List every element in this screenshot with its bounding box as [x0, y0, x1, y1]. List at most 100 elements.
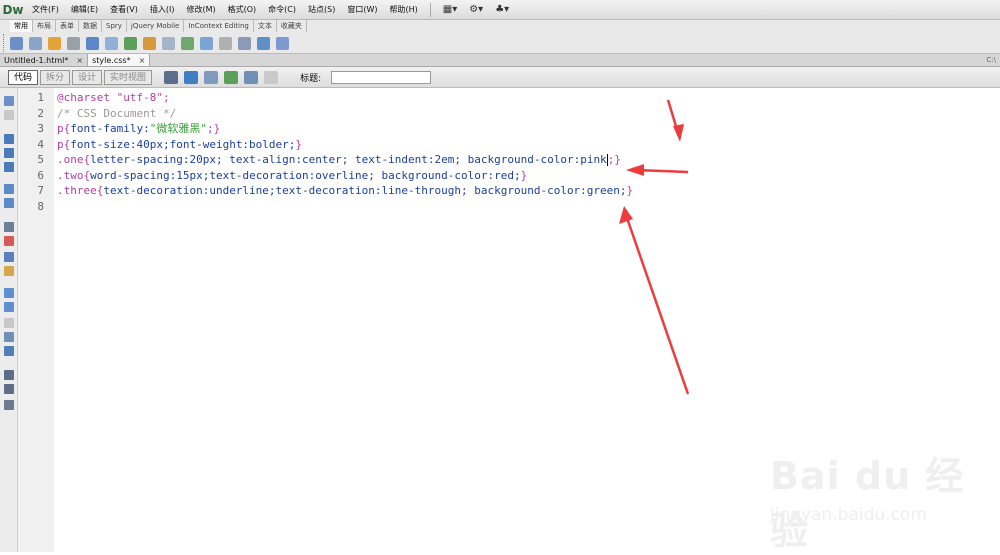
panel-grip[interactable]: [3, 34, 6, 52]
collapse-tag-icon[interactable]: [4, 134, 14, 144]
code-line[interactable]: /* CSS Document */: [57, 106, 633, 122]
table-icon[interactable]: [86, 36, 99, 50]
menu-view[interactable]: 查看(V): [104, 0, 144, 20]
code-line[interactable]: p{font-family:"微软雅黑";}: [57, 121, 633, 137]
code-token: ;}: [607, 153, 621, 166]
line-number: 2: [37, 106, 44, 120]
document-toolbar: 代码 拆分 设计 实时视图 标题:: [0, 67, 1000, 88]
doc-tab-label: style.css*: [92, 56, 131, 65]
code-token: word-spacing:15px;text-decoration:overli…: [90, 168, 521, 182]
line-numbers-icon[interactable]: [4, 222, 14, 232]
w3c-validation-icon[interactable]: [224, 70, 239, 84]
horizontal-rule-icon[interactable]: [67, 36, 80, 50]
code-token: letter-spacing:20px; text-align:center; …: [90, 153, 607, 166]
code-token: font-family:: [70, 122, 150, 135]
code-token: .one{: [57, 153, 91, 166]
comment-icon[interactable]: [200, 36, 213, 50]
design-view-button[interactable]: 设计: [72, 69, 103, 85]
code-line[interactable]: @charset "utf-8";: [57, 90, 633, 106]
expand-all-icon[interactable]: [4, 162, 14, 172]
tab-favorites[interactable]: 收藏夹: [277, 20, 307, 32]
word-wrap-icon[interactable]: [4, 266, 14, 276]
code-token: "utf-8": [116, 91, 163, 104]
balance-braces-icon[interactable]: [4, 198, 14, 208]
recent-snippets-icon[interactable]: [4, 332, 14, 342]
open-documents-icon[interactable]: [4, 96, 14, 106]
menu-window[interactable]: 窗口(W): [341, 0, 383, 20]
tag-chooser-icon[interactable]: [276, 36, 289, 50]
wrap-tag-icon[interactable]: [4, 318, 14, 328]
file-path: C:\: [986, 56, 996, 64]
site-dropdown-icon[interactable]: ♣▾: [489, 4, 515, 15]
line-number-gutter: 1 2 3 4 5 6 7 8: [18, 88, 54, 552]
code-token: .two{: [57, 168, 91, 182]
date-icon[interactable]: [162, 36, 175, 50]
code-token: p{: [57, 137, 71, 151]
show-code-navigator-icon[interactable]: [4, 110, 14, 120]
doc-tab-style-css[interactable]: style.css* ×: [88, 54, 151, 66]
head-icon[interactable]: [219, 36, 232, 50]
menu-edit[interactable]: 编辑(E): [65, 0, 104, 20]
settings-dropdown-icon[interactable]: ⚙▾: [463, 4, 489, 15]
email-link-icon[interactable]: [29, 36, 42, 50]
tab-data[interactable]: 数据: [79, 20, 102, 32]
title-input[interactable]: [331, 70, 432, 84]
code-token: }: [626, 184, 634, 197]
close-icon[interactable]: ×: [76, 54, 83, 66]
server-include-icon[interactable]: [181, 36, 194, 50]
layout-dropdown-icon[interactable]: ▦▾: [437, 4, 463, 15]
indent-code-icon[interactable]: [4, 370, 14, 380]
watermark-url: jingyan.baidu.com: [770, 505, 927, 525]
coding-toolbar: [0, 88, 18, 552]
doc-tab-untitled[interactable]: Untitled-1.html* ×: [0, 54, 89, 66]
remove-comment-icon[interactable]: [4, 302, 14, 312]
file-management-icon[interactable]: [204, 70, 219, 84]
live-view-button[interactable]: 实时视图: [104, 69, 153, 85]
select-parent-tag-icon[interactable]: [4, 184, 14, 194]
refresh-icon[interactable]: [264, 70, 279, 84]
menu-help[interactable]: 帮助(H): [383, 0, 423, 20]
menu-modify[interactable]: 修改(M): [180, 0, 221, 20]
tab-forms[interactable]: 表单: [56, 20, 79, 32]
template-icon[interactable]: [257, 36, 270, 50]
media-icon[interactable]: [143, 36, 156, 50]
menu-site[interactable]: 站点(S): [302, 0, 341, 20]
tab-common[interactable]: 常用: [10, 20, 33, 32]
code-line[interactable]: .three{text-decoration:underline;text-de…: [57, 183, 633, 199]
code-line[interactable]: p{font-size:40px;font-weight:bolder;}: [57, 137, 633, 153]
insert-panel: 常用 布局 表单 数据 Spry jQuery Mobile InContext…: [0, 20, 1000, 54]
tab-incontext-editing[interactable]: InContext Editing: [184, 20, 254, 32]
tab-text[interactable]: 文本: [254, 20, 277, 32]
hyperlink-icon[interactable]: [10, 36, 23, 50]
preview-browser-icon[interactable]: [184, 70, 199, 84]
highlight-invalid-code-icon[interactable]: [4, 236, 14, 246]
menu-insert[interactable]: 插入(I): [144, 0, 181, 20]
menu-format[interactable]: 格式(O): [222, 0, 263, 20]
code-line[interactable]: .two{word-spacing:15px;text-decoration:o…: [57, 168, 633, 184]
named-anchor-icon[interactable]: [48, 36, 61, 50]
image-icon[interactable]: [124, 36, 137, 50]
collapse-selection-icon[interactable]: [4, 148, 14, 158]
syntax-coloring-icon[interactable]: [4, 252, 14, 262]
multiscreen-icon[interactable]: [164, 70, 179, 84]
format-source-icon[interactable]: [4, 400, 14, 410]
code-editor[interactable]: @charset "utf-8";/* CSS Document */p{fon…: [57, 90, 633, 214]
code-view-button[interactable]: 代码: [8, 69, 39, 85]
div-icon[interactable]: [105, 36, 118, 50]
tab-spry[interactable]: Spry: [102, 20, 127, 32]
code-line[interactable]: .one{letter-spacing:20px; text-align:cen…: [57, 152, 633, 168]
apply-comment-icon[interactable]: [4, 288, 14, 298]
outdent-code-icon[interactable]: [4, 384, 14, 394]
menu-divider: [429, 2, 431, 17]
visual-aids-icon[interactable]: [244, 70, 259, 84]
menu-file[interactable]: 文件(F): [26, 0, 65, 20]
menu-commands[interactable]: 命令(C): [262, 0, 302, 20]
tab-layout[interactable]: 布局: [33, 20, 56, 32]
tab-jquery-mobile[interactable]: jQuery Mobile: [127, 20, 185, 32]
code-line[interactable]: [57, 199, 633, 215]
line-number: 7: [37, 184, 44, 197]
move-css-icon[interactable]: [4, 346, 14, 356]
script-icon[interactable]: [238, 36, 251, 50]
close-icon[interactable]: ×: [139, 54, 146, 66]
split-view-button[interactable]: 拆分: [40, 69, 71, 85]
